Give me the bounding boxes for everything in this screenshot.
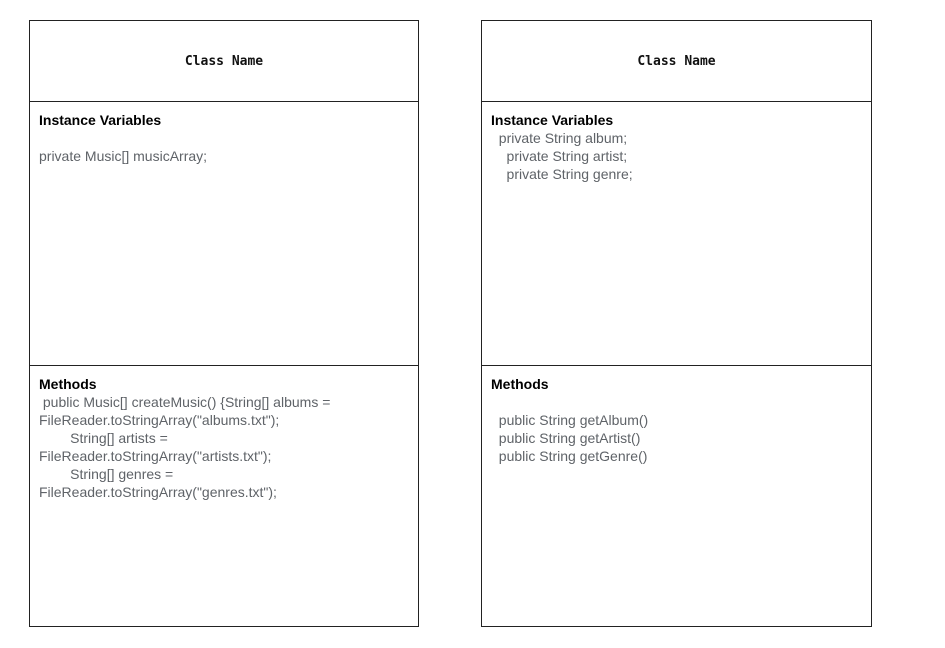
left-var-line: private Music[] musicArray; [39, 148, 208, 164]
right-method-line: public String getArtist() [491, 430, 641, 446]
left-method-line: String[] artists = [39, 430, 168, 446]
right-var-line: private String album; [491, 130, 628, 146]
right-instance-variables-section: Instance Variables private String album;… [482, 102, 871, 366]
left-method-line: public Music[] createMusic() {String[] a… [39, 394, 331, 410]
left-vars-heading: Instance Variables [39, 112, 162, 128]
left-method-line: FileReader.toStringArray("albums.txt"); [39, 412, 280, 428]
right-methods-heading: Methods [491, 376, 549, 392]
right-method-line: public String getAlbum() [491, 412, 649, 428]
left-instance-variables-section: Instance Variables private Music[] music… [30, 102, 418, 366]
left-methods-section: Methods public Music[] createMusic() {St… [30, 366, 418, 626]
left-methods-heading: Methods [39, 376, 97, 392]
right-class-name: Class Name [637, 53, 716, 69]
right-var-line: private String artist; [491, 148, 628, 164]
right-methods-section: Methods public String getAlbum() public … [482, 366, 871, 626]
left-method-line: String[] genres = [39, 466, 174, 482]
left-class-name-section: Class Name [30, 21, 418, 102]
right-var-line: private String genre; [491, 166, 633, 182]
right-class-name-section: Class Name [482, 21, 871, 102]
right-class-box: Class Name Instance Variables private St… [481, 20, 872, 627]
left-method-line: FileReader.toStringArray("artists.txt"); [39, 448, 272, 464]
right-vars-heading: Instance Variables [491, 112, 614, 128]
left-class-name: Class Name [184, 53, 264, 69]
left-class-box: Class Name Instance Variables private Mu… [29, 20, 419, 627]
left-method-line: FileReader.toStringArray("genres.txt"); [39, 484, 277, 500]
right-method-line: public String getGenre() [491, 448, 648, 464]
